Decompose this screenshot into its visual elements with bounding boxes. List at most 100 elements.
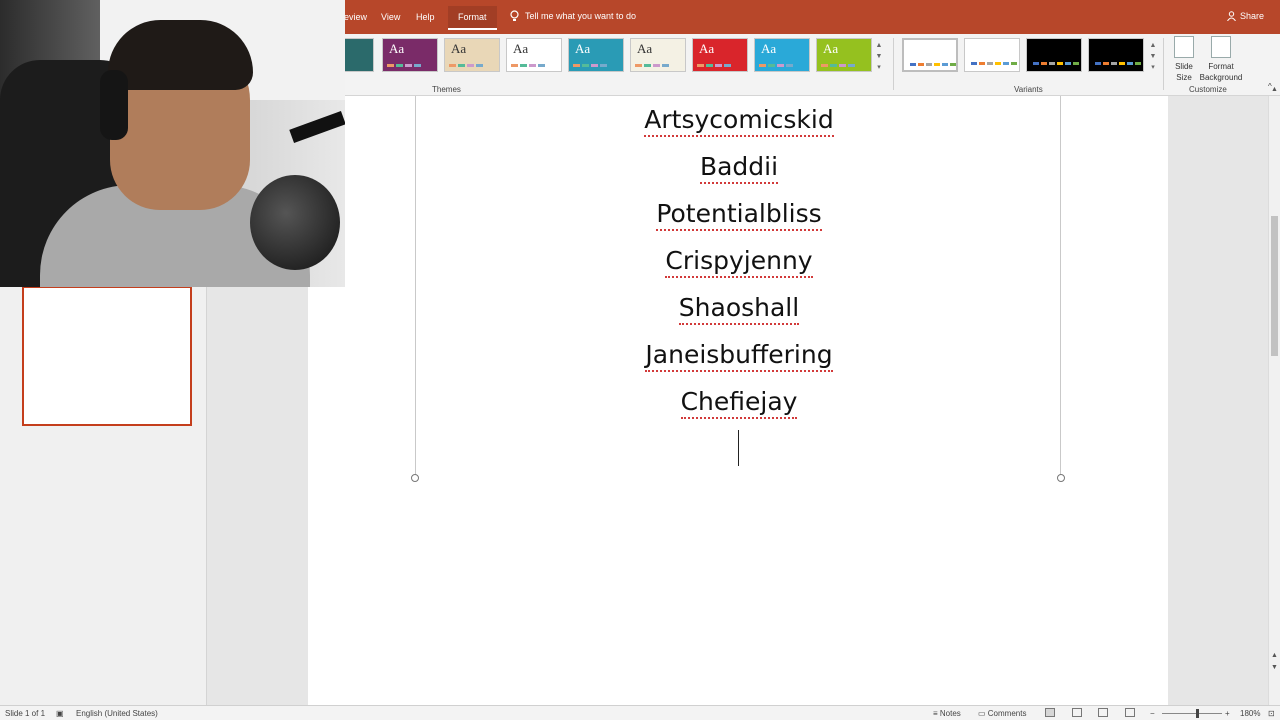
ribbon-separator	[893, 38, 894, 90]
theme-thumbnail[interactable]: Aa	[382, 38, 438, 72]
zoom-out-icon[interactable]: −	[1150, 709, 1155, 718]
zoom-slider[interactable]	[1162, 713, 1222, 714]
tell-me-box[interactable]: Tell me what you want to do	[510, 10, 636, 22]
name-line: Shaoshall	[416, 288, 1062, 335]
name-line: Crispyjenny	[416, 241, 1062, 288]
name-line: Baddii	[416, 147, 1062, 194]
slide-count: Slide 1 of 1	[5, 709, 46, 718]
webcam-headphones	[100, 70, 128, 140]
theme-glyph: Aa	[823, 41, 839, 56]
variants-group-label: Variants	[1014, 85, 1043, 94]
variant-color-bars	[971, 62, 1017, 65]
variant-thumbnail[interactable]	[1026, 38, 1082, 72]
text-box[interactable]: Artsycomicskid Baddii Potentialbliss Cri…	[411, 96, 1065, 482]
slide[interactable]: Artsycomicskid Baddii Potentialbliss Cri…	[308, 96, 1168, 705]
scroll-down-icon[interactable]: ▲	[1271, 652, 1278, 659]
name-line: Janeisbuffering	[416, 335, 1062, 382]
scroll-up-icon[interactable]: ▲	[1271, 86, 1278, 93]
resize-handle-right[interactable]	[1057, 474, 1065, 482]
text-cursor	[738, 430, 739, 466]
variant-color-bars	[910, 63, 956, 66]
theme-thumbnail[interactable]: Aa	[692, 38, 748, 72]
theme-glyph: Aa	[451, 41, 467, 56]
zoom-level[interactable]: 180%	[1240, 709, 1260, 718]
normal-view-icon[interactable]	[1045, 708, 1055, 717]
slide-size-label: Slide Size	[1175, 62, 1193, 82]
theme-thumbnail[interactable]	[344, 38, 374, 72]
comments-button[interactable]: ▭ Comments	[978, 709, 1026, 718]
variant-thumbnail[interactable]	[964, 38, 1020, 72]
powerpoint-window: eview View Help Format Tell me what you …	[0, 0, 1280, 720]
webcam-microphone	[250, 175, 340, 270]
theme-color-bars	[511, 64, 545, 67]
menu-help[interactable]: Help	[416, 12, 435, 22]
theme-glyph: Aa	[513, 41, 529, 56]
themes-group-label: Themes	[432, 85, 461, 94]
name-line: Chefiejay	[416, 382, 1062, 429]
person-icon	[1227, 11, 1236, 21]
resize-handle-left[interactable]	[411, 474, 419, 482]
webcam-person-hair	[108, 20, 253, 90]
menu-view[interactable]: View	[381, 12, 400, 22]
zoom-slider-knob[interactable]	[1196, 709, 1199, 718]
theme-glyph: Aa	[389, 41, 405, 56]
name-line: Artsycomicskid	[416, 100, 1062, 147]
spellcheck-icon[interactable]: ▣	[56, 709, 64, 718]
notes-label: Notes	[939, 709, 961, 718]
theme-color-bars	[759, 64, 793, 67]
theme-color-bars	[635, 64, 669, 67]
names-list: Artsycomicskid Baddii Potentialbliss Cri…	[416, 100, 1062, 429]
theme-color-bars	[387, 64, 421, 67]
slide-thumbnail[interactable]	[22, 286, 192, 426]
themes-scroll[interactable]: ▲ ▼ ▾	[874, 40, 884, 73]
webcam-overlay	[0, 0, 345, 287]
reading-view-icon[interactable]	[1098, 708, 1108, 717]
scroll-down-icon[interactable]: ▼	[1271, 664, 1278, 671]
theme-thumbnail[interactable]: Aa	[630, 38, 686, 72]
theme-thumbnail[interactable]: Aa	[568, 38, 624, 72]
name-line: Potentialbliss	[416, 194, 1062, 241]
variant-thumbnail[interactable]	[1088, 38, 1144, 72]
theme-thumbnail[interactable]: Aa	[506, 38, 562, 72]
menu-format[interactable]: Format	[448, 6, 497, 30]
theme-thumbnail[interactable]: Aa	[816, 38, 872, 72]
menu-review[interactable]: eview	[344, 12, 367, 22]
tell-me-text: Tell me what you want to do	[525, 11, 637, 21]
notes-button[interactable]: ≡ Notes	[933, 709, 961, 718]
slideshow-icon[interactable]	[1125, 708, 1135, 717]
theme-color-bars	[697, 64, 731, 67]
zoom-in-icon[interactable]: +	[1225, 709, 1230, 718]
vertical-scrollbar[interactable]: ▲ ▲ ▼	[1268, 86, 1280, 705]
variants-scroll[interactable]: ▲ ▼ ▾	[1148, 40, 1158, 73]
canvas-margin	[1169, 96, 1268, 705]
scrollbar-thumb[interactable]	[1271, 216, 1278, 356]
comments-label: Comments	[987, 709, 1027, 718]
theme-color-bars	[573, 64, 607, 67]
variant-color-bars	[1033, 62, 1079, 65]
fit-slide-icon[interactable]: ⊡	[1268, 709, 1275, 718]
variant-thumbnail[interactable]	[902, 38, 958, 72]
theme-glyph: Aa	[575, 41, 591, 56]
theme-glyph: Aa	[637, 41, 653, 56]
paint-bucket-icon	[1211, 36, 1231, 58]
slide-sorter-icon[interactable]	[1072, 708, 1082, 717]
variant-color-bars	[1095, 62, 1141, 65]
format-background-label: Format Background	[1199, 62, 1243, 82]
share-button[interactable]: Share	[1227, 11, 1264, 21]
theme-color-bars	[821, 64, 855, 67]
theme-glyph: Aa	[699, 41, 715, 56]
theme-glyph: Aa	[761, 41, 777, 56]
ribbon-separator	[1163, 38, 1164, 90]
slide-size-button[interactable]: Slide Size	[1172, 36, 1196, 83]
format-background-button[interactable]: Format Background	[1198, 36, 1244, 83]
lightbulb-icon	[510, 10, 519, 21]
theme-thumbnail[interactable]: Aa	[444, 38, 500, 72]
share-label: Share	[1239, 11, 1264, 21]
customize-group-label: Customize	[1189, 85, 1227, 94]
language-indicator[interactable]: English (United States)	[76, 709, 158, 718]
slide-canvas: Artsycomicskid Baddii Potentialbliss Cri…	[208, 96, 1168, 705]
theme-thumbnail[interactable]: Aa	[754, 38, 810, 72]
theme-color-bars	[449, 64, 483, 67]
slide-size-icon	[1174, 36, 1194, 58]
status-bar: Slide 1 of 1 ▣ English (United States) ≡…	[0, 705, 1280, 720]
